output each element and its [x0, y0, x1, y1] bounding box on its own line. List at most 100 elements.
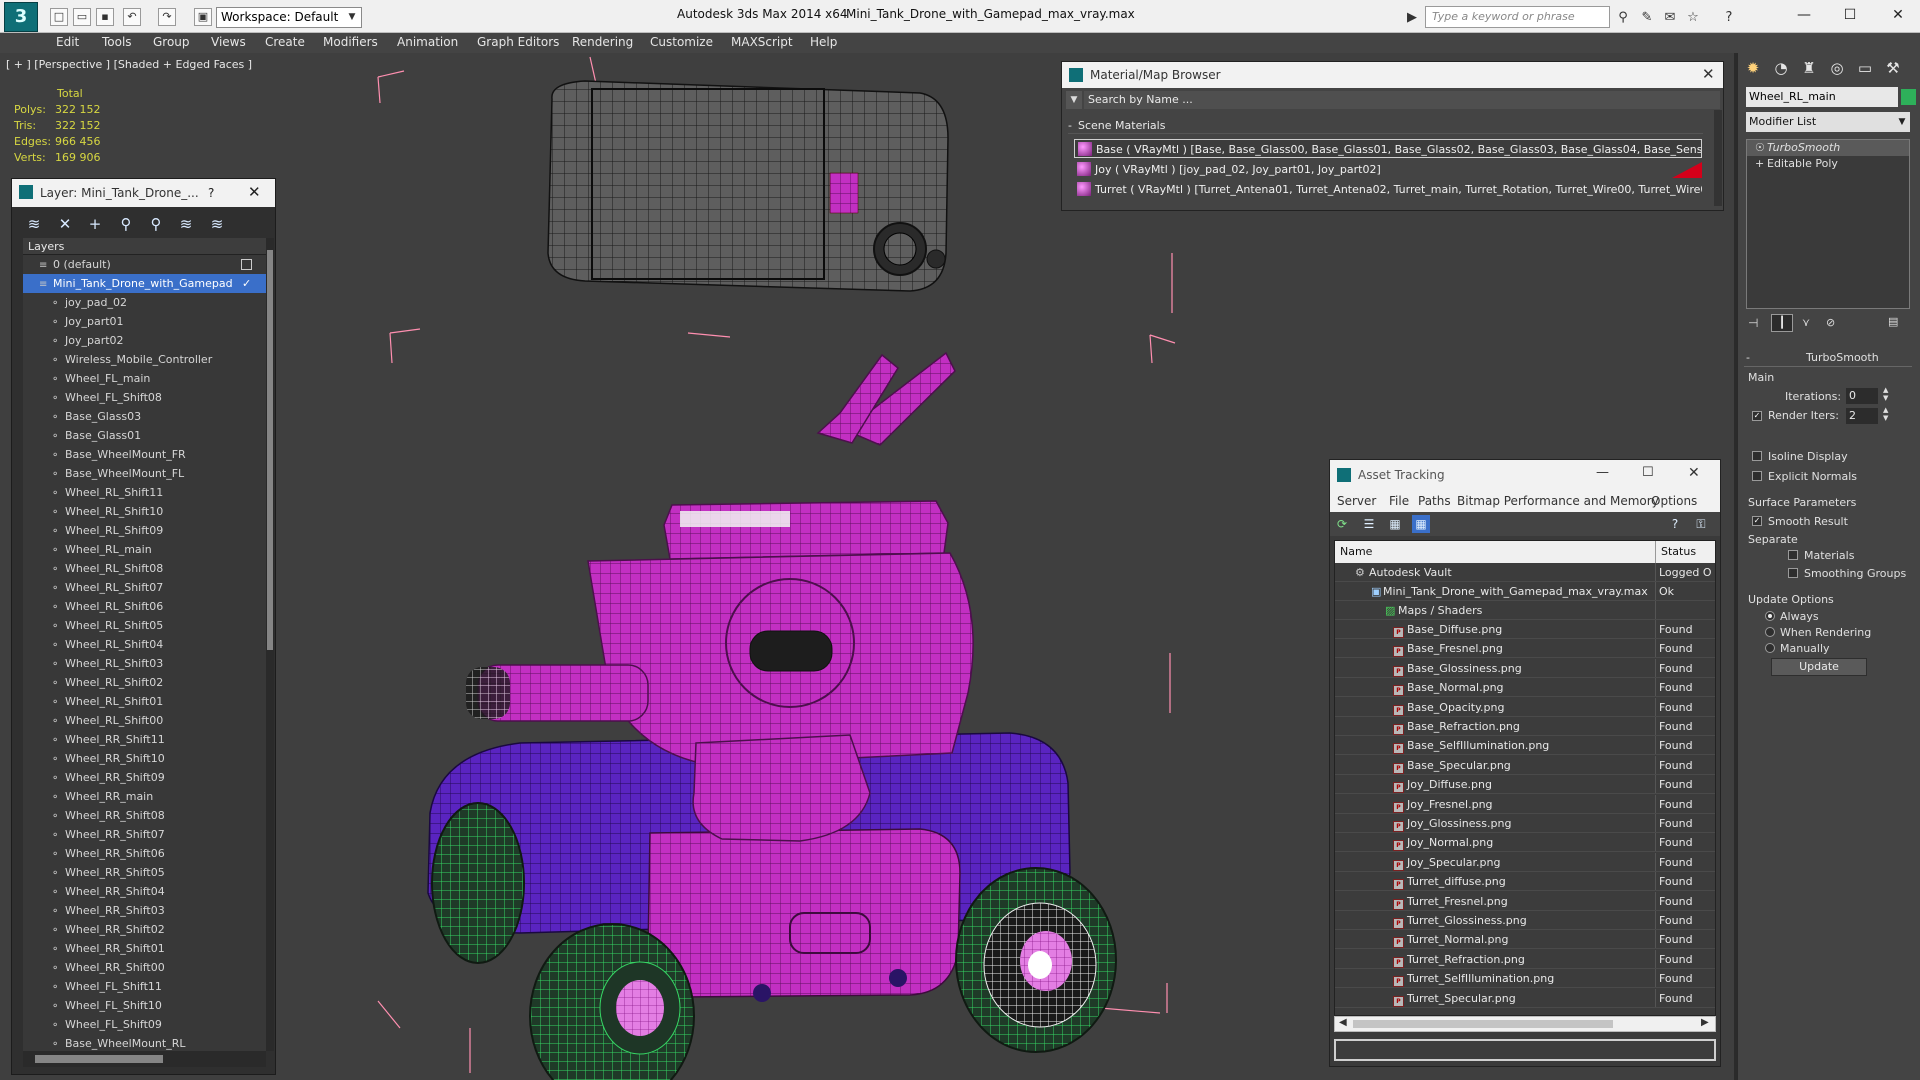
- menu-views[interactable]: Views: [211, 35, 246, 49]
- layer-object-item[interactable]: ⚬ Wheel_RL_Shift08: [23, 559, 266, 578]
- layer-object-item[interactable]: ⚬ Wheel_RR_Shift10: [23, 749, 266, 768]
- asset-row-max-file[interactable]: ▣ Mini_Tank_Drone_with_Gamepad_max_vray.…: [1335, 582, 1715, 601]
- minimize-button[interactable]: —: [1596, 465, 1609, 480]
- material-search-input[interactable]: Search by Name ...: [1084, 91, 1720, 109]
- layer-horizontal-scrollbar[interactable]: [23, 1051, 266, 1067]
- chevron-down-icon[interactable]: ▼: [345, 8, 359, 27]
- help-icon[interactable]: ?: [1666, 515, 1684, 533]
- favorites-star-icon[interactable]: ☆: [1684, 9, 1702, 27]
- layer-object-item[interactable]: ⚬ Wheel_RL_Shift11: [23, 483, 266, 502]
- display-tab-icon[interactable]: ▭: [1852, 57, 1878, 79]
- layer-object-item[interactable]: ⚬ Wheel_RR_Shift07: [23, 825, 266, 844]
- menu-graph-editors[interactable]: Graph Editors: [477, 35, 559, 49]
- help-icon[interactable]: ?: [1720, 9, 1738, 27]
- layer-object-item[interactable]: ⚬ Wireless_Mobile_Controller: [23, 350, 266, 369]
- modify-tab-icon[interactable]: ◔: [1768, 57, 1794, 79]
- stack-item-editable-poly[interactable]: + Editable Poly: [1747, 156, 1909, 172]
- table-view-icon[interactable]: ▦: [1412, 515, 1430, 533]
- search-arrow-icon[interactable]: ▶: [1403, 9, 1421, 27]
- layer-object-item[interactable]: ⚬ Wheel_RR_Shift11: [23, 730, 266, 749]
- asset-map-row[interactable]: P Turret_Specular.png Found: [1335, 988, 1715, 1008]
- layer-object-item[interactable]: ⚬ Wheel_RL_Shift04: [23, 635, 266, 654]
- layer-object-item[interactable]: ⚬ Wheel_RR_Shift03: [23, 901, 266, 920]
- menu-modifiers[interactable]: Modifiers: [323, 35, 378, 49]
- layer-object-item[interactable]: ⚬ Wheel_RR_Shift01: [23, 939, 266, 958]
- vault-icon[interactable]: ⚿: [1692, 515, 1710, 533]
- delete-layer-icon[interactable]: ✕: [54, 213, 76, 235]
- isoline-display-checkbox[interactable]: [1752, 451, 1762, 461]
- material-row-base[interactable]: Base ( VRayMtl ) [Base, Base_Glass00, Ba…: [1074, 139, 1702, 158]
- smooth-result-checkbox[interactable]: ✓: [1752, 516, 1762, 526]
- select-objects-icon[interactable]: ⚲: [115, 213, 137, 235]
- explicit-normals-checkbox[interactable]: [1752, 471, 1762, 481]
- asset-map-row[interactable]: P Base_Refraction.png Found: [1335, 717, 1715, 736]
- asset-tracking-titlebar[interactable]: Asset Tracking — ☐ ✕: [1330, 460, 1720, 490]
- layer-object-item[interactable]: ⚬ Wheel_RL_main: [23, 540, 266, 559]
- remove-modifier-icon[interactable]: ⊘: [1826, 316, 1835, 329]
- refresh-icon[interactable]: ⟳: [1333, 515, 1351, 533]
- menu-options[interactable]: Options: [1651, 494, 1697, 508]
- collapse-icon[interactable]: -: [1746, 351, 1750, 364]
- layer-object-item[interactable]: ⚬ Wheel_RR_Shift02: [23, 920, 266, 939]
- asset-map-row[interactable]: P Joy_Diffuse.png Found: [1335, 775, 1715, 795]
- minimize-button[interactable]: —: [1790, 4, 1818, 26]
- configure-sets-icon[interactable]: ▤: [1888, 315, 1898, 328]
- asset-map-row[interactable]: P Base_Normal.png Found: [1335, 678, 1715, 698]
- layer-object-item[interactable]: ⚬ Joy_part01: [23, 312, 266, 331]
- smoothing-groups-checkbox[interactable]: [1788, 568, 1798, 578]
- update-manually-radio[interactable]: [1765, 643, 1775, 653]
- asset-row-vault[interactable]: ⚙ Autodesk Vault Logged O: [1335, 563, 1715, 582]
- asset-horizontal-scrollbar[interactable]: ◀ ▶: [1334, 1016, 1716, 1032]
- layer-object-item[interactable]: ⚬ Base_WheelMount_RL: [23, 1034, 266, 1051]
- menu-help[interactable]: Help: [810, 35, 837, 49]
- keyword-search-input[interactable]: Type a keyword or phrase: [1425, 6, 1610, 28]
- layer-object-item[interactable]: ⚬ Wheel_RR_Shift00: [23, 958, 266, 977]
- object-color-swatch[interactable]: [1901, 89, 1916, 105]
- utilities-tab-icon[interactable]: ⚒: [1880, 57, 1906, 79]
- render-iters-spinner[interactable]: 2: [1846, 408, 1878, 424]
- layer-object-item[interactable]: ⚬ Wheel_FL_Shift09: [23, 1015, 266, 1034]
- new-file-icon[interactable]: □: [50, 8, 68, 26]
- layer-object-item[interactable]: ⚬ Wheel_FL_Shift10: [23, 996, 266, 1015]
- redo-icon[interactable]: ↷: [158, 8, 176, 26]
- layer-object-item[interactable]: ⚬ Wheel_RL_Shift07: [23, 578, 266, 597]
- asset-map-row[interactable]: P Joy_Normal.png Found: [1335, 833, 1715, 853]
- materials-checkbox[interactable]: [1788, 550, 1798, 560]
- pin-stack-icon[interactable]: ⊣: [1748, 316, 1758, 330]
- communication-icon[interactable]: ✉: [1661, 9, 1679, 27]
- layer-object-item[interactable]: ⚬ Wheel_RL_Shift09: [23, 521, 266, 540]
- layer-object-item[interactable]: ⚬ Wheel_RL_Shift06: [23, 597, 266, 616]
- material-scrollbar[interactable]: [1714, 110, 1722, 206]
- layer-object-item[interactable]: ⚬ Wheel_RR_Shift09: [23, 768, 266, 787]
- layer-object-item[interactable]: ⚬ Wheel_FL_Shift08: [23, 388, 266, 407]
- column-header-name[interactable]: Name: [1340, 545, 1372, 558]
- spinner-arrows-icon[interactable]: ▲ ▼: [1883, 406, 1888, 422]
- subscription-icon[interactable]: ✎: [1638, 9, 1656, 27]
- show-end-result-icon[interactable]: ┃: [1771, 314, 1793, 332]
- lightbulb-icon[interactable]: ☉: [1755, 140, 1765, 156]
- asset-map-row[interactable]: P Turret_Glossiness.png Found: [1335, 911, 1715, 930]
- asset-map-row[interactable]: P Joy_Specular.png Found: [1335, 852, 1715, 872]
- layer-object-item[interactable]: ⚬ Wheel_RL_Shift05: [23, 616, 266, 635]
- asset-map-row[interactable]: P Turret_diffuse.png Found: [1335, 872, 1715, 892]
- asset-map-row[interactable]: P Base_Fresnel.png Found: [1335, 639, 1715, 659]
- scrollbar-thumb[interactable]: [267, 250, 273, 650]
- column-divider[interactable]: [1655, 541, 1656, 563]
- menu-animation[interactable]: Animation: [397, 35, 458, 49]
- layer-object-item[interactable]: ⚬ Base_WheelMount_FL: [23, 464, 266, 483]
- turbosmooth-rollout-header[interactable]: - TurboSmooth: [1744, 351, 1912, 367]
- close-window-button[interactable]: ✕: [1884, 4, 1912, 26]
- scroll-right-icon[interactable]: ▶: [1701, 1017, 1709, 1028]
- menu-edit[interactable]: Edit: [56, 35, 79, 49]
- layer-object-item[interactable]: ⚬ Wheel_RL_Shift00: [23, 711, 266, 730]
- menu-maxscript[interactable]: MAXScript: [731, 35, 793, 49]
- material-row-turret[interactable]: Turret ( VRayMtl ) [Turret_Antena01, Tur…: [1074, 180, 1702, 199]
- options-dropdown-icon[interactable]: ▼: [1066, 91, 1082, 109]
- scrollbar-thumb[interactable]: [1353, 1020, 1613, 1028]
- asset-row-maps-group[interactable]: ▨ Maps / Shaders: [1335, 601, 1715, 620]
- menu-file[interactable]: File: [1389, 494, 1409, 508]
- scroll-left-icon[interactable]: ◀: [1339, 1017, 1347, 1028]
- layer-object-item[interactable]: ⚬ Base_Glass03: [23, 407, 266, 426]
- material-browser-titlebar[interactable]: Material/Map Browser ✕: [1062, 62, 1723, 88]
- workspace-dropdown[interactable]: Workspace: Default: [216, 7, 362, 28]
